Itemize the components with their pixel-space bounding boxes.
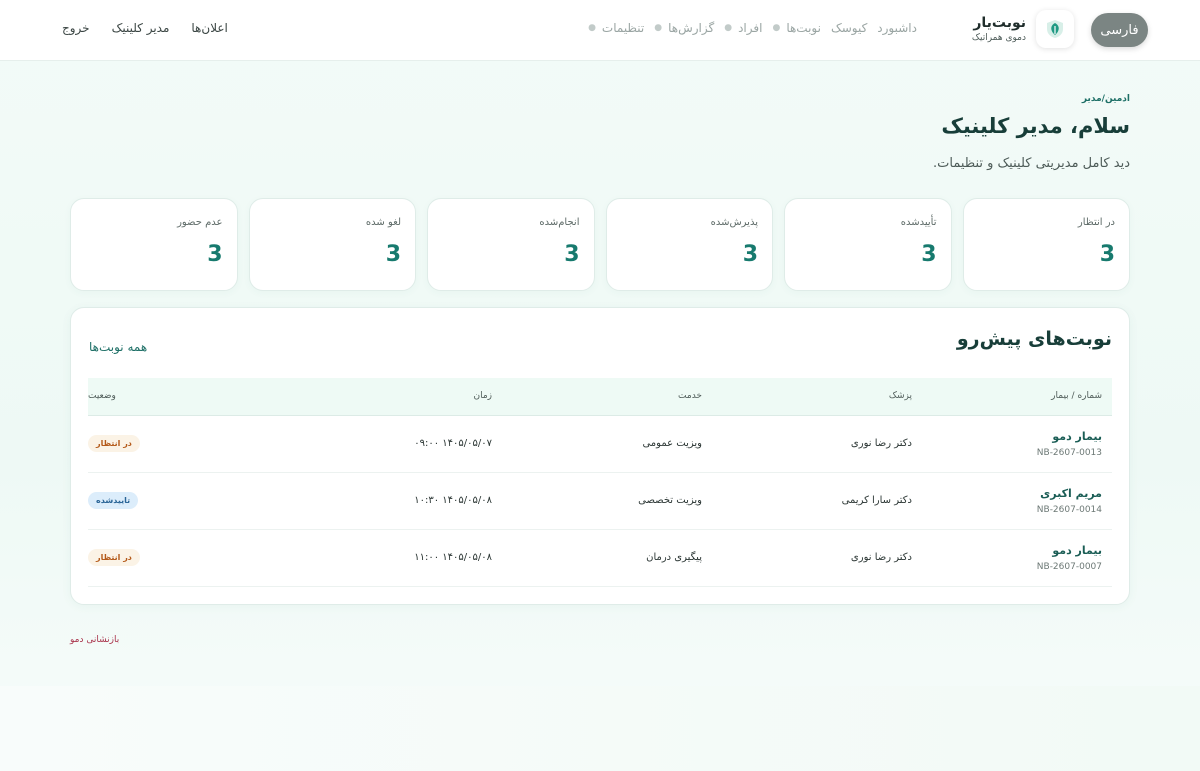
stat-value: 3 [742, 242, 758, 267]
dropdown-dot-icon: ● [588, 23, 596, 33]
stat-label: عدم حضور [177, 217, 223, 228]
time-cell: ۱۴۰۵/۰۵/۰۷ ۰۹:۰۰ [282, 415, 492, 473]
reset-demo-link[interactable]: بازنشانی دمو [70, 635, 119, 645]
stat-card-pending[interactable]: در انتظار 3 [962, 198, 1130, 291]
panel-title: نوبت‌های پیش‌رو [956, 328, 1112, 350]
nav-reports[interactable]: گزارش‌ها ● [654, 21, 714, 35]
nav-label: گزارش‌ها [668, 21, 715, 35]
page-description: دید کامل مدیریتی کلینیک و تنظیمات. [933, 156, 1130, 171]
shield-leaf-icon [1047, 20, 1063, 38]
logout-link[interactable]: خروج [62, 21, 90, 35]
brand-subtitle: دموی همراتیک [971, 32, 1026, 43]
status-badge: در انتظار [88, 435, 140, 452]
stat-label: انجام‌شده [539, 217, 580, 228]
col-time: زمان [282, 378, 492, 416]
nav-label: افراد [738, 21, 763, 35]
table-row[interactable]: بیمار دمو NB-2607-0007 دکتر رضا نوری پیگ… [88, 529, 1112, 587]
stat-card-cancelled[interactable]: لغو شده 3 [248, 198, 416, 291]
patient-cell: بیمار دمو NB-2607-0013 [912, 415, 1112, 473]
patient-cell: بیمار دمو NB-2607-0007 [912, 529, 1112, 587]
nav-settings[interactable]: تنظیمات ● [588, 21, 644, 35]
stat-value: 3 [207, 242, 223, 267]
page-header: ادمین/مدیر سلام، مدیر کلینیک دید کامل مد… [70, 94, 1130, 171]
service-cell: ویزیت عمومی [492, 415, 702, 473]
main-nav: داشبورد کیوسک نوبت‌ها ● افراد ● گزارش‌ها ● … [588, 21, 917, 35]
nav-label: داشبورد [877, 21, 917, 35]
table-row[interactable]: بیمار دمو NB-2607-0013 دکتر رضا نوری ویز… [88, 415, 1112, 473]
status-badge: در انتظار [88, 549, 140, 566]
appointment-code: NB-2607-0013 [1036, 447, 1102, 458]
top-bar: فارسی نوبت‌یار دموی همراتیک داشبورد کیوس… [0, 0, 1200, 61]
stat-card-confirmed[interactable]: تأییدشده 3 [784, 198, 952, 291]
page-title: سلام، مدیر کلینیک [941, 114, 1130, 138]
appointment-code: NB-2607-0007 [1036, 561, 1102, 572]
table-header-row: شماره / بیمار پزشک خدمت زمان وضعیت [88, 378, 1112, 416]
status-badge: تاییدشده [88, 492, 139, 509]
stat-card-no-show[interactable]: عدم حضور 3 [70, 198, 238, 291]
stat-value: 3 [921, 242, 937, 267]
stat-label: تأییدشده [900, 217, 937, 228]
nav-kiosk[interactable]: کیوسک [831, 21, 867, 35]
nav-appointments[interactable]: نوبت‌ها ● [772, 21, 821, 35]
nav-people[interactable]: افراد ● [724, 21, 762, 35]
clinic-manager-link[interactable]: مدیر کلینیک [112, 21, 170, 35]
user-nav: خروج مدیر کلینیک اعلان‌ها [62, 21, 228, 35]
dropdown-dot-icon: ● [772, 23, 781, 33]
col-service: خدمت [492, 378, 702, 416]
table-row[interactable]: مریم اکبری NB-2607-0014 دکتر سارا کریمی … [88, 472, 1112, 530]
upcoming-appointments-panel: نوبت‌های پیش‌رو همه نوبت‌ها شماره / بیما… [70, 307, 1130, 605]
status-cell: در انتظار [88, 529, 282, 587]
nav-label: کیوسک [830, 21, 868, 35]
all-appointments-link[interactable]: همه نوبت‌ها [89, 340, 147, 354]
service-cell: پیگیری درمان [492, 529, 702, 587]
patient-name[interactable]: مریم اکبری [912, 487, 1102, 500]
doctor-cell: دکتر سارا کریمی [702, 472, 912, 530]
patient-name[interactable]: بیمار دمو [912, 544, 1102, 557]
brand[interactable]: نوبت‌یار دموی همراتیک [972, 10, 1074, 48]
logo [1036, 10, 1074, 48]
stat-value: 3 [564, 242, 580, 267]
dropdown-dot-icon: ● [724, 23, 733, 33]
stats-row: در انتظار 3 تأییدشده 3 پذیرش‌شده 3 انجام… [70, 198, 1130, 291]
stat-label: پذیرش‌شده [710, 217, 758, 228]
stat-card-done[interactable]: انجام‌شده 3 [427, 198, 595, 291]
stat-card-admitted[interactable]: پذیرش‌شده 3 [605, 198, 773, 291]
stat-label: در انتظار [1077, 217, 1115, 228]
stat-value: 3 [385, 242, 401, 267]
background-fade [0, 686, 1200, 771]
language-button[interactable]: فارسی [1091, 13, 1148, 47]
doctor-cell: دکتر رضا نوری [702, 415, 912, 473]
stat-value: 3 [1099, 242, 1115, 267]
col-status-label: وضعیت [88, 391, 116, 402]
nav-label: تنظیمات [601, 21, 645, 35]
dropdown-dot-icon: ● [654, 23, 663, 33]
appointments-table: شماره / بیمار پزشک خدمت زمان وضعیت بیمار… [88, 378, 1112, 587]
doctor-cell: دکتر رضا نوری [702, 529, 912, 587]
time-cell: ۱۴۰۵/۰۵/۰۸ ۱۰:۳۰ [282, 472, 492, 530]
patient-cell: مریم اکبری NB-2607-0014 [912, 472, 1112, 530]
nav-dashboard[interactable]: داشبورد [877, 21, 917, 35]
role-label: ادمین/مدیر [1081, 94, 1130, 104]
col-patient: شماره / بیمار [912, 378, 1112, 416]
time-cell: ۱۴۰۵/۰۵/۰۸ ۱۱:۰۰ [282, 529, 492, 587]
col-doctor: پزشک [702, 378, 912, 416]
stat-label: لغو شده [365, 217, 401, 228]
announcements-link[interactable]: اعلان‌ها [191, 21, 227, 35]
status-cell: در انتظار [88, 415, 282, 473]
appointment-code: NB-2607-0014 [1036, 504, 1102, 515]
status-cell: تاییدشده [88, 472, 282, 530]
brand-name: نوبت‌یار [973, 14, 1026, 31]
col-status: وضعیت [88, 378, 282, 416]
nav-label: نوبت‌ها [786, 21, 821, 35]
patient-name[interactable]: بیمار دمو [912, 430, 1102, 443]
service-cell: ویزیت تخصصی [492, 472, 702, 530]
